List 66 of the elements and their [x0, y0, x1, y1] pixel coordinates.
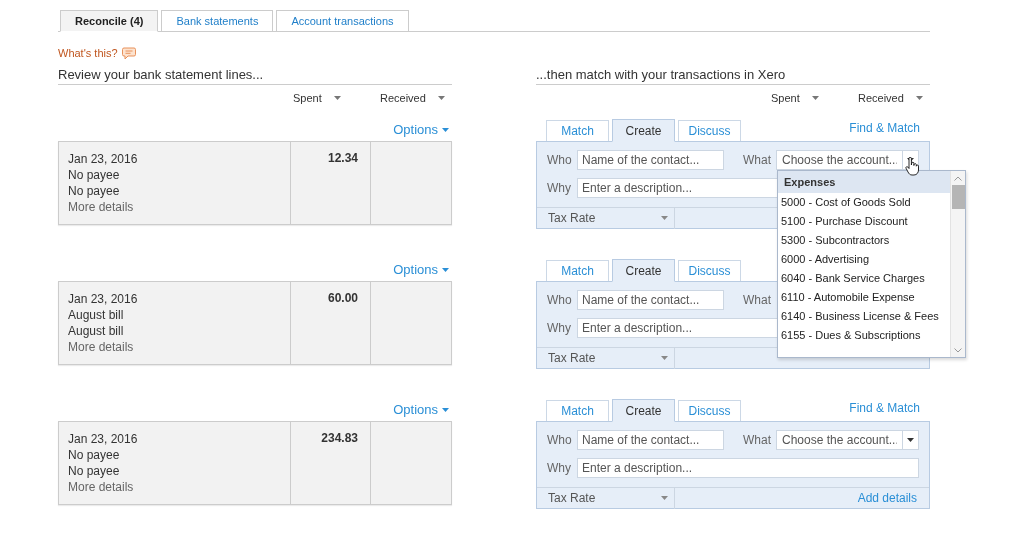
- section-title: ...then match with your transactions in Xero: [536, 64, 930, 85]
- field-label: Why: [547, 460, 572, 477]
- field-label: What: [743, 152, 772, 169]
- contact-field[interactable]: Name of the contact...: [577, 290, 724, 310]
- options-button[interactable]: Options: [393, 120, 449, 140]
- tab[interactable]: Bank statements: [161, 10, 274, 31]
- tab[interactable]: Match: [546, 260, 609, 281]
- account-option[interactable]: 6110 - Automobile Expense: [778, 288, 950, 307]
- account-option[interactable]: 6040 - Bank Service Charges: [778, 269, 950, 288]
- contact-field[interactable]: Name of the contact...: [577, 430, 724, 450]
- reference-text: August bill: [68, 323, 125, 339]
- tab[interactable]: Create: [612, 119, 675, 142]
- tax-rate-select[interactable]: Tax Rate: [537, 487, 675, 509]
- field-label: Why: [547, 180, 572, 197]
- tax-rate-select[interactable]: Tax Rate: [537, 347, 675, 369]
- field-label: Who: [547, 152, 573, 169]
- more-details-link[interactable]: More details: [68, 479, 134, 495]
- speech-bubble-icon[interactable]: [121, 46, 136, 60]
- field-label: Why: [547, 320, 572, 337]
- column-header[interactable]: Spent: [771, 90, 800, 107]
- tab[interactable]: Account transactions: [276, 10, 409, 31]
- find-match-link[interactable]: Find & Match: [849, 399, 920, 417]
- options-button[interactable]: Options: [393, 400, 449, 420]
- tab[interactable]: Match: [546, 400, 609, 421]
- scroll-thumb[interactable]: [951, 185, 965, 209]
- field-label: What: [743, 292, 772, 309]
- tab[interactable]: Create: [612, 399, 675, 422]
- field-label: Who: [547, 432, 573, 449]
- spent-amount: 60.00: [327, 290, 358, 307]
- spent-amount: 234.83: [321, 430, 358, 447]
- scrollbar[interactable]: [950, 171, 965, 357]
- tab[interactable]: Reconcile (4): [60, 10, 159, 32]
- column-header[interactable]: Received: [858, 90, 904, 107]
- tab[interactable]: Discuss: [678, 260, 741, 281]
- tab[interactable]: Discuss: [678, 120, 741, 141]
- column-header[interactable]: Received: [380, 90, 426, 107]
- statement-date: Jan 23, 2016: [68, 431, 139, 447]
- statement-date: Jan 23, 2016: [68, 151, 139, 167]
- contact-field[interactable]: Name of the contact...: [577, 150, 724, 170]
- help-link[interactable]: What's this?: [58, 44, 118, 62]
- account-option[interactable]: 5300 - Subcontractors: [778, 231, 950, 250]
- field-label: What: [743, 432, 772, 449]
- options-button[interactable]: Options: [393, 260, 449, 280]
- section-title: Review your bank statement lines...: [58, 64, 452, 85]
- payee-text: No payee: [68, 447, 121, 463]
- description-field[interactable]: Enter a description...: [577, 458, 919, 478]
- account-select[interactable]: Choose the account...: [776, 150, 919, 170]
- group-heading: Expenses: [778, 171, 950, 193]
- spent-amount: 12.34: [327, 150, 358, 167]
- tab[interactable]: Create: [612, 259, 675, 282]
- tax-rate-select[interactable]: Tax Rate: [537, 207, 675, 229]
- more-details-link[interactable]: More details: [68, 339, 134, 355]
- column-header[interactable]: Spent: [293, 90, 322, 107]
- account-option[interactable]: 5100 - Purchase Discount: [778, 212, 950, 231]
- reference-text: No payee: [68, 183, 121, 199]
- find-match-link[interactable]: Find & Match: [849, 119, 920, 137]
- account-select[interactable]: Choose the account...: [776, 430, 919, 450]
- reference-text: No payee: [68, 463, 121, 479]
- payee-text: No payee: [68, 167, 121, 183]
- payee-text: August bill: [68, 307, 125, 323]
- tab[interactable]: Match: [546, 120, 609, 141]
- statement-date: Jan 23, 2016: [68, 291, 139, 307]
- more-details-link[interactable]: More details: [68, 199, 134, 215]
- field-label: Who: [547, 292, 573, 309]
- account-option[interactable]: 6000 - Advertising: [778, 250, 950, 269]
- tab[interactable]: Discuss: [678, 400, 741, 421]
